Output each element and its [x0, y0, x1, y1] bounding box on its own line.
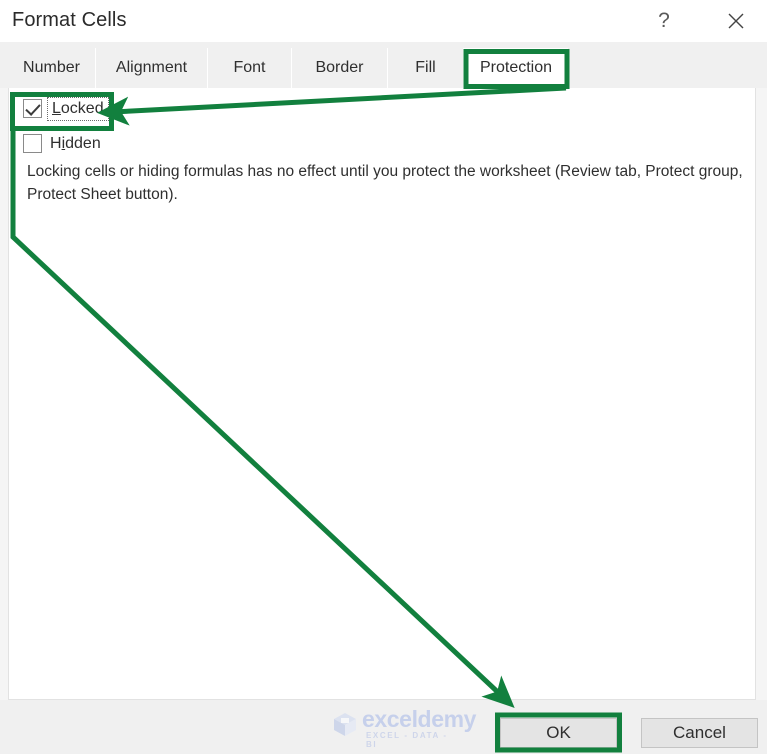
hidden-checkbox[interactable] [23, 134, 42, 153]
tab-border[interactable]: Border [292, 48, 388, 88]
dialog-title: Format Cells [12, 9, 127, 31]
tab-font[interactable]: Font [208, 48, 292, 88]
cancel-button[interactable]: Cancel [641, 718, 758, 748]
locked-label: Locked [47, 96, 109, 121]
tab-number[interactable]: Number [8, 48, 96, 88]
tab-protection[interactable]: Protection [464, 48, 568, 88]
format-cells-dialog: Format Cells ? Number Alignment Font Bor… [0, 0, 767, 754]
locked-checkbox[interactable] [23, 99, 42, 118]
hidden-label-pre: H [50, 134, 62, 152]
locked-label-rest: ocked [60, 99, 104, 117]
help-icon[interactable]: ? [640, 2, 688, 40]
hidden-checkbox-row[interactable]: Hidden [23, 134, 101, 153]
protection-description: Locking cells or hiding formulas has no … [27, 163, 743, 203]
locked-accel-letter: L [52, 99, 61, 117]
ok-button[interactable]: OK [500, 718, 617, 748]
hidden-label: Hidden [50, 135, 101, 153]
dialog-titlebar: Format Cells ? [0, 0, 767, 43]
tab-strip: Number Alignment Font Border Fill Protec… [0, 42, 767, 88]
close-icon[interactable] [712, 2, 760, 40]
hidden-label-rest: dden [65, 134, 101, 152]
tab-fill[interactable]: Fill [388, 48, 464, 88]
tab-alignment[interactable]: Alignment [96, 48, 208, 88]
locked-checkbox-row[interactable]: Locked [23, 96, 109, 121]
protection-panel: Locked Hidden Locking cells or hiding fo… [8, 88, 756, 700]
